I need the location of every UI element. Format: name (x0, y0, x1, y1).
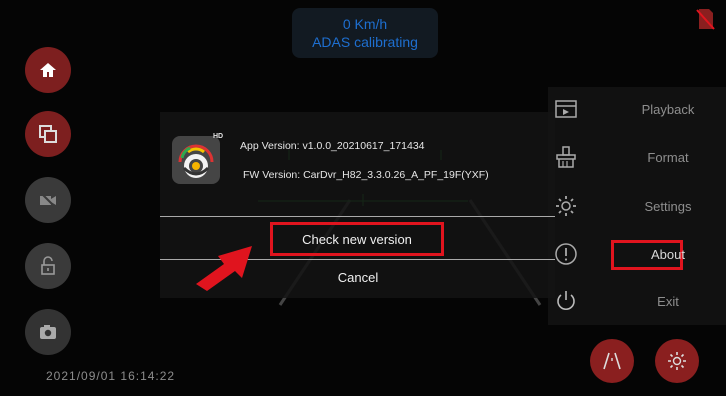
app-logo (172, 136, 220, 184)
snapshot-button[interactable] (25, 309, 71, 355)
settings-icon (556, 196, 576, 216)
app-version-text: App Version: v1.0.0_20210617_171434 (240, 140, 425, 152)
about-icon (555, 243, 577, 265)
exit-icon (557, 291, 575, 310)
menu-item-settings[interactable]: Settings (548, 184, 726, 230)
video-off-icon (40, 192, 57, 209)
menu-label: Exit (657, 294, 679, 309)
fw-version-text: FW Version: CarDvr_H82_3.3.0.26_A_PF_19F… (243, 169, 489, 181)
hd-badge: HD (213, 133, 224, 140)
menu-item-format[interactable]: Format (548, 135, 726, 181)
status-panel: 0 Km/h ADAS calibrating (292, 8, 438, 58)
menu-item-about[interactable]: About (548, 232, 726, 278)
check-new-version-button[interactable]: Check new version (270, 222, 444, 256)
home-button[interactable] (25, 47, 71, 93)
no-sdcard-icon (696, 9, 715, 30)
steering-wheel-icon (178, 144, 214, 178)
menu-label: Playback (641, 102, 695, 117)
gear-icon (668, 352, 686, 370)
camera-icon (40, 325, 56, 339)
menu-label: About (651, 247, 685, 262)
playback-icon (555, 100, 577, 118)
dialog-divider (160, 216, 555, 217)
adas-status: ADAS calibrating (312, 34, 418, 50)
record-toggle-button[interactable] (25, 177, 71, 223)
menu-item-exit[interactable]: Exit (548, 279, 726, 325)
menu-label: Format (647, 150, 689, 165)
copy-icon (39, 125, 57, 143)
menu-item-playback[interactable]: Playback (548, 87, 726, 133)
cancel-button[interactable]: Cancel (310, 264, 406, 290)
lane-icon (603, 352, 621, 370)
timestamp: 2021/09/01 16:14:22 (46, 369, 176, 383)
home-icon (40, 63, 56, 77)
side-menu: Playback Format Settings About Exit (548, 87, 726, 325)
unlock-icon (41, 256, 55, 275)
switch-view-button[interactable] (25, 111, 71, 157)
dashcam-screen: 0 Km/h ADAS calibrating 2021/09/01 16:14… (0, 0, 726, 396)
format-icon (556, 146, 576, 168)
lock-file-button[interactable] (25, 243, 71, 289)
pointer-arrow-icon (196, 246, 252, 291)
menu-label: Settings (644, 199, 692, 214)
speed-readout: 0 Km/h (342, 16, 388, 32)
settings-button[interactable] (655, 339, 699, 383)
lane-calibrate-button[interactable] (590, 339, 634, 383)
